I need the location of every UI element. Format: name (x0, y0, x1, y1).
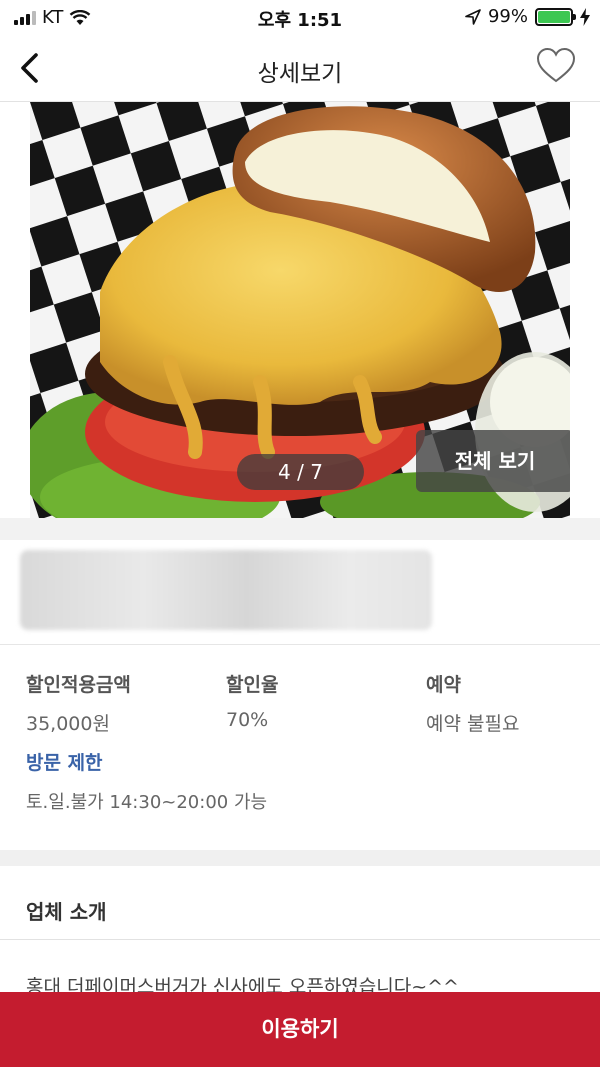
discount-amount-block: 할인적용금액 35,000원 (26, 670, 131, 736)
battery-percent: 99% (487, 6, 528, 27)
reservation-value: 예약 불필요 (426, 713, 520, 735)
discount-rate-label: 할인율 (226, 674, 279, 696)
status-bar: KT 오후 1:51 99% (0, 0, 600, 34)
location-arrow-icon (465, 8, 481, 25)
deal-details: 할인적용금액 35,000원 할인율 70% 예약 예약 불필요 방문 제한 토… (0, 646, 600, 850)
photo-counter: 4 / 7 (237, 454, 364, 490)
section-divider-2 (0, 850, 600, 866)
page-title: 상세보기 (257, 61, 343, 87)
discount-amount-value: 35,000원 (26, 713, 110, 735)
battery-icon (535, 7, 576, 26)
reservation-block: 예약 예약 불필요 (426, 670, 519, 736)
charging-bolt-icon (580, 7, 590, 26)
discount-rate-block: 할인율 70% (226, 670, 278, 731)
status-right: 99% (465, 6, 590, 27)
store-name-section (0, 540, 600, 645)
navigation-bar: 상세보기 (0, 34, 600, 102)
use-button[interactable]: 이용하기 (0, 992, 600, 1067)
view-all-button[interactable]: 전체 보기 (416, 430, 570, 492)
store-intro-header: 업체 소개 (0, 866, 600, 940)
photo-gallery[interactable]: 4 / 7 전체 보기 (30, 102, 570, 518)
store-intro-title: 업체 소개 (26, 900, 107, 924)
discount-amount-label: 할인적용금액 (26, 674, 131, 696)
visit-limit-value: 토.일.불가 14:30~20:00 가능 (26, 792, 268, 813)
store-name-blurred (20, 550, 432, 630)
favorite-heart-icon[interactable] (536, 46, 576, 86)
section-divider (0, 518, 600, 540)
reservation-label: 예약 (426, 674, 461, 696)
discount-rate-value: 70% (226, 709, 269, 731)
visit-limit-label: 방문 제한 (26, 752, 103, 774)
